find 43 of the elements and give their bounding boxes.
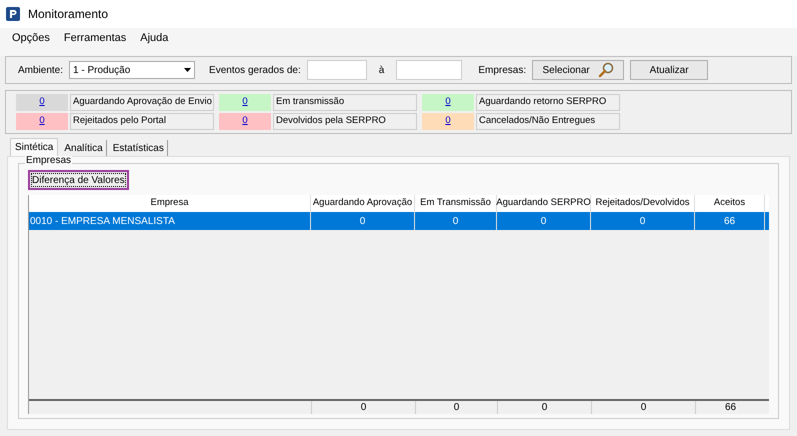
status-count-link[interactable]: 0 [219,94,271,111]
dropdown-caret-icon [184,68,192,72]
menu-item[interactable]: Opções [12,30,50,46]
ambiente-dropdown[interactable]: 1 - Produção [69,61,196,79]
status-label: Rejeitados pelo Portal [70,113,214,130]
diferenca-button[interactable]: Diferença de Valores [28,170,129,190]
status-label: Aguardando retorno SERPRO [476,94,620,111]
start-date-field[interactable] [306,60,367,80]
refresh-button[interactable]: Atualizar [630,60,708,80]
status-count-link[interactable]: 0 [16,113,68,130]
table-cell: 0 [415,212,497,230]
table-cell: 0 [591,212,695,230]
total-cell: 66 [695,401,765,414]
tab[interactable]: Sintética [10,138,58,156]
end-date-field[interactable] [396,60,462,80]
table-cell: 0 [311,212,415,230]
window-title: Monitoramento [28,6,108,23]
table-cell: 0 [497,212,591,230]
table-row[interactable]: 0010 - EMPRESA MENSALISTA 0 0 0 0 66 [29,212,769,230]
select-button[interactable]: Selecionar [532,60,624,80]
total-cell: 0 [591,401,695,414]
total-cell: 0 [497,401,591,414]
empresas-label: Empresas: [478,64,526,78]
total-cell: 0 [311,401,415,414]
menu-item[interactable]: Ferramentas [64,30,126,46]
status-label: Devolvidos pela SERPRO [273,113,417,130]
total-cell: 0 [415,401,497,414]
status-count-link[interactable]: 0 [422,113,474,130]
status-count-link[interactable]: 0 [422,94,474,111]
eventos-label: Eventos gerados de: [209,64,301,78]
group-title: Empresas [25,156,72,166]
status-count-link[interactable]: 0 [219,113,271,130]
status-label: Cancelados/Não Entregues [476,113,620,130]
app-logo-icon [6,7,20,21]
menu-item[interactable]: Ajuda [140,30,168,46]
magnifier-icon [598,62,614,78]
status-count-link[interactable]: 0 [16,94,68,111]
status-label: Em transmissão [273,94,417,111]
ambiente-label: Ambiente: [18,64,64,78]
table-cell: 0010 - EMPRESA MENSALISTA [29,212,311,230]
table-cell: 66 [695,212,765,230]
status-label: Aguardando Aprovação de Envio [70,94,214,111]
until-label: à [378,64,384,78]
